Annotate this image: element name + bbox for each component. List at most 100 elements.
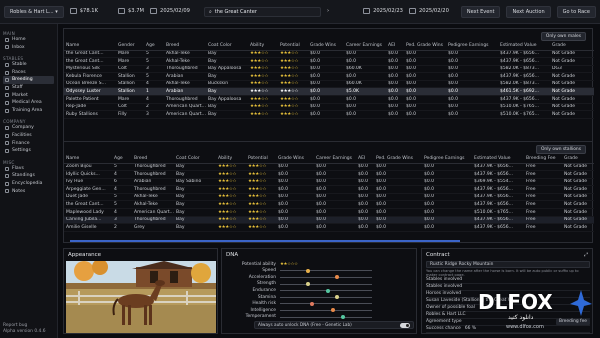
column-header[interactable]: Pedigree Earnings bbox=[446, 42, 498, 51]
table-row[interactable]: Odyssey Luster Stallion 1 Arabian Bay ★★★☆☆ ★★… bbox=[64, 87, 594, 97]
sidebar-item-inbox[interactable]: Inbox bbox=[3, 44, 54, 52]
table-cell-breed: Akhal-Teke bbox=[164, 50, 206, 59]
column-header[interactable]: Pedigree Earnings bbox=[422, 155, 472, 164]
forward-arrow-icon[interactable]: › bbox=[327, 8, 329, 14]
sidebar-item-races[interactable]: Races bbox=[3, 69, 54, 77]
table-cell-gw: $0.0 bbox=[276, 216, 314, 225]
table-row[interactable]: Zoom Bijou 5 Thoroughbred Bay ★★★☆☆ ★★★☆☆ $0.0… bbox=[64, 163, 594, 172]
column-header[interactable]: Ability bbox=[216, 155, 246, 164]
column-header[interactable]: Grade bbox=[550, 42, 594, 51]
column-header[interactable]: Age bbox=[112, 155, 132, 164]
sidebar-item-icon bbox=[5, 181, 9, 186]
table-row[interactable]: Duet Jade 5 Akhal-Teke Bay ★★★☆☆ ★★★☆☆ $0.0 $0.… bbox=[64, 193, 594, 202]
only-own-males-button[interactable]: Only own males bbox=[540, 32, 586, 42]
contract-close-icon[interactable]: ⤢ bbox=[584, 252, 588, 258]
table-cell-ability: ★★★☆☆ bbox=[248, 95, 278, 104]
table-row[interactable]: the Great Cant... Mare 5 Akhal-Teke Bay ★★★☆☆… bbox=[64, 50, 594, 59]
column-header[interactable]: Grade Wins bbox=[308, 42, 344, 51]
table-cell-aei: $0.0 bbox=[356, 208, 374, 217]
sidebar-item-medical-area[interactable]: Medical Area bbox=[3, 99, 54, 107]
sidebar-item-market[interactable]: Market bbox=[3, 92, 54, 100]
horse-illustration bbox=[66, 261, 216, 333]
go-to-race-button[interactable]: Go to Race bbox=[556, 5, 596, 18]
table-row[interactable]: Mysterious Silk Colt 3 Thoroughbred Bay Appa… bbox=[64, 65, 594, 74]
stable-selector[interactable]: Robles & Hart L... ▾ bbox=[4, 5, 64, 18]
column-header[interactable]: Potential bbox=[246, 155, 276, 164]
column-header[interactable]: Name bbox=[64, 155, 112, 164]
table-row[interactable]: the Great Cant... 5 Akhal-Teke Bay ★★★☆☆ ★★★☆… bbox=[64, 200, 594, 210]
table-row[interactable]: Ivy Hue 6 Arabian Bay Sabino ★★★☆☆ ★★★☆☆ $0.0 $… bbox=[64, 178, 594, 187]
sidebar-item-notes[interactable]: Notes bbox=[3, 188, 54, 196]
column-header[interactable]: Breed bbox=[164, 42, 206, 51]
table-row[interactable]: the Great Cant... Mare 5 Akhal-Teke Bay ★★★☆☆… bbox=[64, 57, 594, 66]
search-input[interactable]: ⌕ the Great Canter bbox=[203, 6, 321, 17]
column-header[interactable]: AEI bbox=[356, 155, 374, 164]
sidebar-item-encyclopedia[interactable]: Encyclopedia bbox=[3, 180, 54, 188]
sidebar-item-training-area[interactable]: Training Area bbox=[3, 107, 54, 115]
sidebar-item-home[interactable]: Home bbox=[3, 36, 54, 44]
sidebar-item-flavs[interactable]: Flavs bbox=[3, 165, 54, 173]
table-row[interactable]: Maplewood Lady 4 American Quart... Bay ★★★☆☆… bbox=[64, 208, 594, 217]
sidebar-item-stable[interactable]: Stable bbox=[3, 61, 54, 69]
table-cell-breed: American Quart... bbox=[164, 110, 206, 119]
table-cell-grade: Not Grade bbox=[562, 178, 594, 187]
column-header[interactable]: Gender bbox=[116, 42, 144, 51]
column-header[interactable]: Grade bbox=[562, 155, 594, 164]
column-header[interactable]: Potential bbox=[278, 42, 308, 51]
table-cell-name: Amilie Giselle bbox=[64, 223, 112, 232]
table-row[interactable]: Ocean Breeze S... Stallion 4 Akhal-Teke Buck… bbox=[64, 80, 594, 89]
sidebar-item-facilities[interactable]: Facilities bbox=[3, 132, 54, 140]
column-header[interactable]: Coat Color bbox=[174, 155, 216, 164]
table-cell-aei: $0.0 bbox=[386, 57, 404, 66]
table-row[interactable]: Rep-Jade Colt 2 American Quart... Bay ★★★☆☆ ★★… bbox=[64, 103, 594, 112]
table-cell-pgw: $0.0 bbox=[374, 223, 422, 232]
table-cell-age: 3 bbox=[112, 216, 132, 225]
sidebar-item-breeding[interactable]: Breeding bbox=[3, 76, 54, 85]
sidebar-item-staff[interactable]: Staff bbox=[3, 84, 54, 92]
column-header[interactable]: AEI bbox=[386, 42, 404, 51]
column-header[interactable]: Grade Wins bbox=[276, 155, 314, 164]
next-auction-button[interactable]: Next Auction bbox=[506, 5, 551, 18]
only-own-stallions-button[interactable]: Only own stallions bbox=[535, 145, 586, 155]
column-header[interactable]: Ped. Grade Wins bbox=[404, 42, 446, 51]
table-cell-grade: Not Grade bbox=[562, 193, 594, 202]
column-header[interactable]: Breeding Fee bbox=[524, 155, 562, 164]
table-row[interactable]: Amilie Giselle 2 Grey Bay ★★★☆☆ ★★★☆☆ $0.0 $0.0… bbox=[64, 223, 594, 232]
table-cell-pe: $0.0 bbox=[422, 163, 472, 172]
table-cell-age: 4 bbox=[144, 95, 164, 104]
table-cell-ce: $0.0 bbox=[314, 208, 356, 217]
table-cell-pe: $0.0 bbox=[446, 95, 498, 104]
sidebar-item-settings[interactable]: Settings bbox=[3, 147, 54, 155]
column-header[interactable]: Estimated Value bbox=[498, 42, 550, 51]
auto-unlock-dna-toggle[interactable] bbox=[400, 322, 410, 328]
sidebar-item-standings[interactable]: Standings bbox=[3, 172, 54, 180]
watermark-url: www.dlfox.com bbox=[506, 324, 544, 330]
column-header[interactable]: Name bbox=[64, 42, 116, 51]
column-header[interactable]: Career Earnings bbox=[344, 42, 386, 51]
sidebar-item-finance[interactable]: Finance bbox=[3, 140, 54, 148]
column-header[interactable]: Estimated Value bbox=[472, 155, 524, 164]
table-cell-name: Mysterious Silk bbox=[64, 65, 116, 74]
version-label: Alpha version 0.4.6 bbox=[3, 329, 46, 335]
column-header[interactable]: Ped. Grade Wins bbox=[374, 155, 422, 164]
table-cell-potential: ★★★☆☆ bbox=[246, 216, 276, 225]
column-header[interactable]: Breed bbox=[132, 155, 174, 164]
table-row[interactable]: Palette Patient Mare 4 Thoroughbred Bay Appa… bbox=[64, 95, 594, 104]
horse-name-field[interactable]: Rustic Ridge Rocky Mountain bbox=[426, 261, 590, 268]
table-row[interactable]: Kebula Florence Stallion 5 Arabian Bay ★★★☆☆ ★… bbox=[64, 72, 594, 81]
horizontal-scrollbar[interactable] bbox=[70, 240, 460, 242]
money2-value: $3.7M bbox=[128, 8, 145, 15]
column-header[interactable]: Age bbox=[144, 42, 164, 51]
table-cell-pgw: $0.0 bbox=[404, 87, 446, 97]
column-header[interactable]: Career Earnings bbox=[314, 155, 356, 164]
table-row[interactable]: Ruby Stallions Filly 3 American Quart... Bay… bbox=[64, 110, 594, 119]
table-cell-ev: $437.9K - $656... bbox=[472, 223, 524, 232]
table-row[interactable]: Arpeggiate Gen... 4 Thoroughbred Bay ★★★☆☆ ★★… bbox=[64, 185, 594, 194]
next-event-button[interactable]: Next Event bbox=[460, 5, 501, 18]
table-row[interactable]: Carving Jubila... 3 Thoroughbred Bay ★★★☆☆ ★★… bbox=[64, 216, 594, 225]
sidebar-item-company[interactable]: Company bbox=[3, 124, 54, 132]
column-header[interactable]: Ability bbox=[248, 42, 278, 51]
column-header[interactable]: Coat Color bbox=[206, 42, 248, 51]
table-row[interactable]: Idyllic Quicks... 4 Thoroughbred Bay ★★★☆☆ ★★… bbox=[64, 170, 594, 179]
dna-trait-track bbox=[280, 281, 372, 286]
